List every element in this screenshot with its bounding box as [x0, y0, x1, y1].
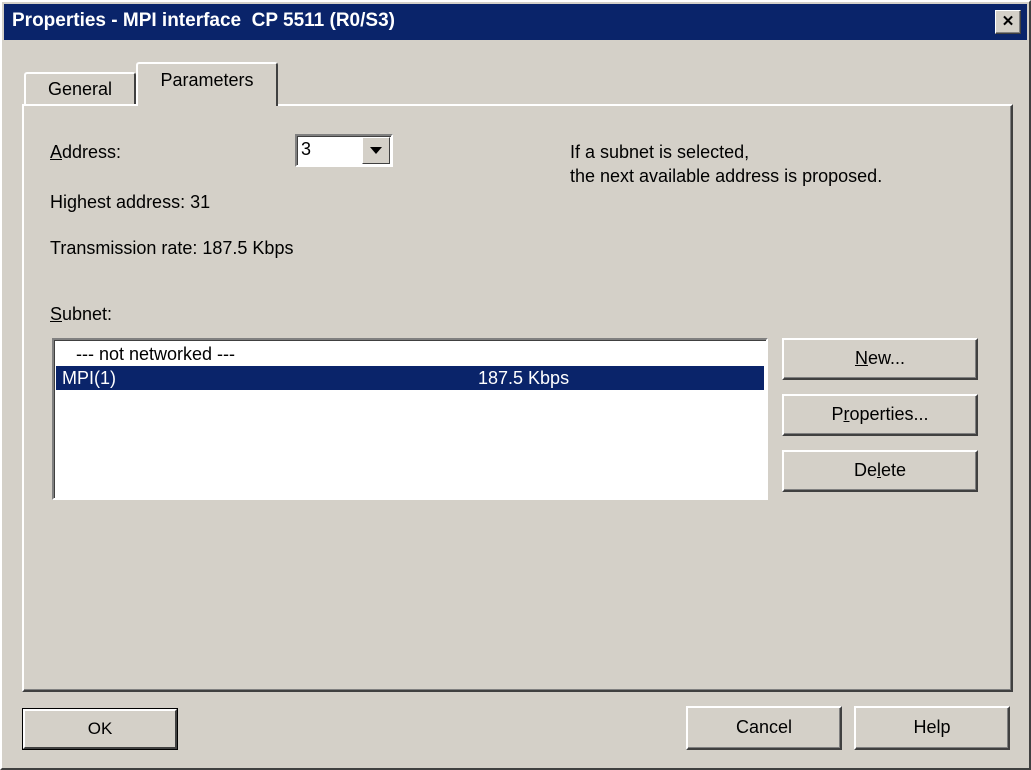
subnet-label: Subnet: [50, 304, 113, 324]
close-icon: ✕ [1001, 13, 1015, 30]
hint-line-2: the next available address is proposed. [570, 166, 883, 186]
properties-dialog: Properties - MPI interface CP 5511 (R0/S… [0, 0, 1031, 770]
title-bar[interactable]: Properties - MPI interface CP 5511 (R0/S… [4, 4, 1027, 40]
tab-general[interactable]: General [24, 72, 136, 106]
help-button[interactable]: Help [854, 706, 1010, 750]
address-value: 3 [301, 139, 312, 159]
subnet-row-mpi1[interactable]: MPI(1) 187.5 Kbps [56, 366, 764, 390]
parameters-panel: Address: 3 If a subnet is selected, the … [22, 104, 1013, 692]
ok-button[interactable]: OK [22, 708, 178, 750]
subnet-row-rate: 187.5 Kbps [478, 368, 570, 388]
tab-parameters[interactable]: Parameters [136, 62, 278, 106]
ok-button-label: OK [23, 709, 177, 749]
transmission-rate-text: Transmission rate: 187.5 Kbps [50, 238, 294, 258]
subnet-row-not-networked[interactable]: --- not networked --- [56, 342, 764, 366]
chevron-down-icon [370, 147, 382, 154]
address-combobox[interactable]: 3 [295, 134, 393, 167]
address-label: Address: [50, 142, 122, 162]
subnet-listbox[interactable]: --- not networked --- MPI(1) 187.5 Kbps [52, 338, 768, 500]
close-button[interactable]: ✕ [995, 10, 1021, 34]
tab-general-label: General [47, 79, 113, 99]
subnet-row-name: --- not networked --- [76, 344, 236, 364]
address-dropdown-button[interactable] [362, 137, 390, 164]
highest-address-text: Highest address: 31 [50, 192, 211, 212]
cancel-button[interactable]: Cancel [686, 706, 842, 750]
properties-button[interactable]: Properties... [782, 394, 978, 436]
delete-button[interactable]: Delete [782, 450, 978, 492]
hint-line-1: If a subnet is selected, [570, 142, 750, 162]
new-button[interactable]: New... [782, 338, 978, 380]
window-title: Properties - MPI interface CP 5511 (R0/S… [12, 10, 395, 31]
subnet-row-name: MPI(1) [62, 368, 116, 388]
tab-parameters-label: Parameters [160, 70, 254, 90]
